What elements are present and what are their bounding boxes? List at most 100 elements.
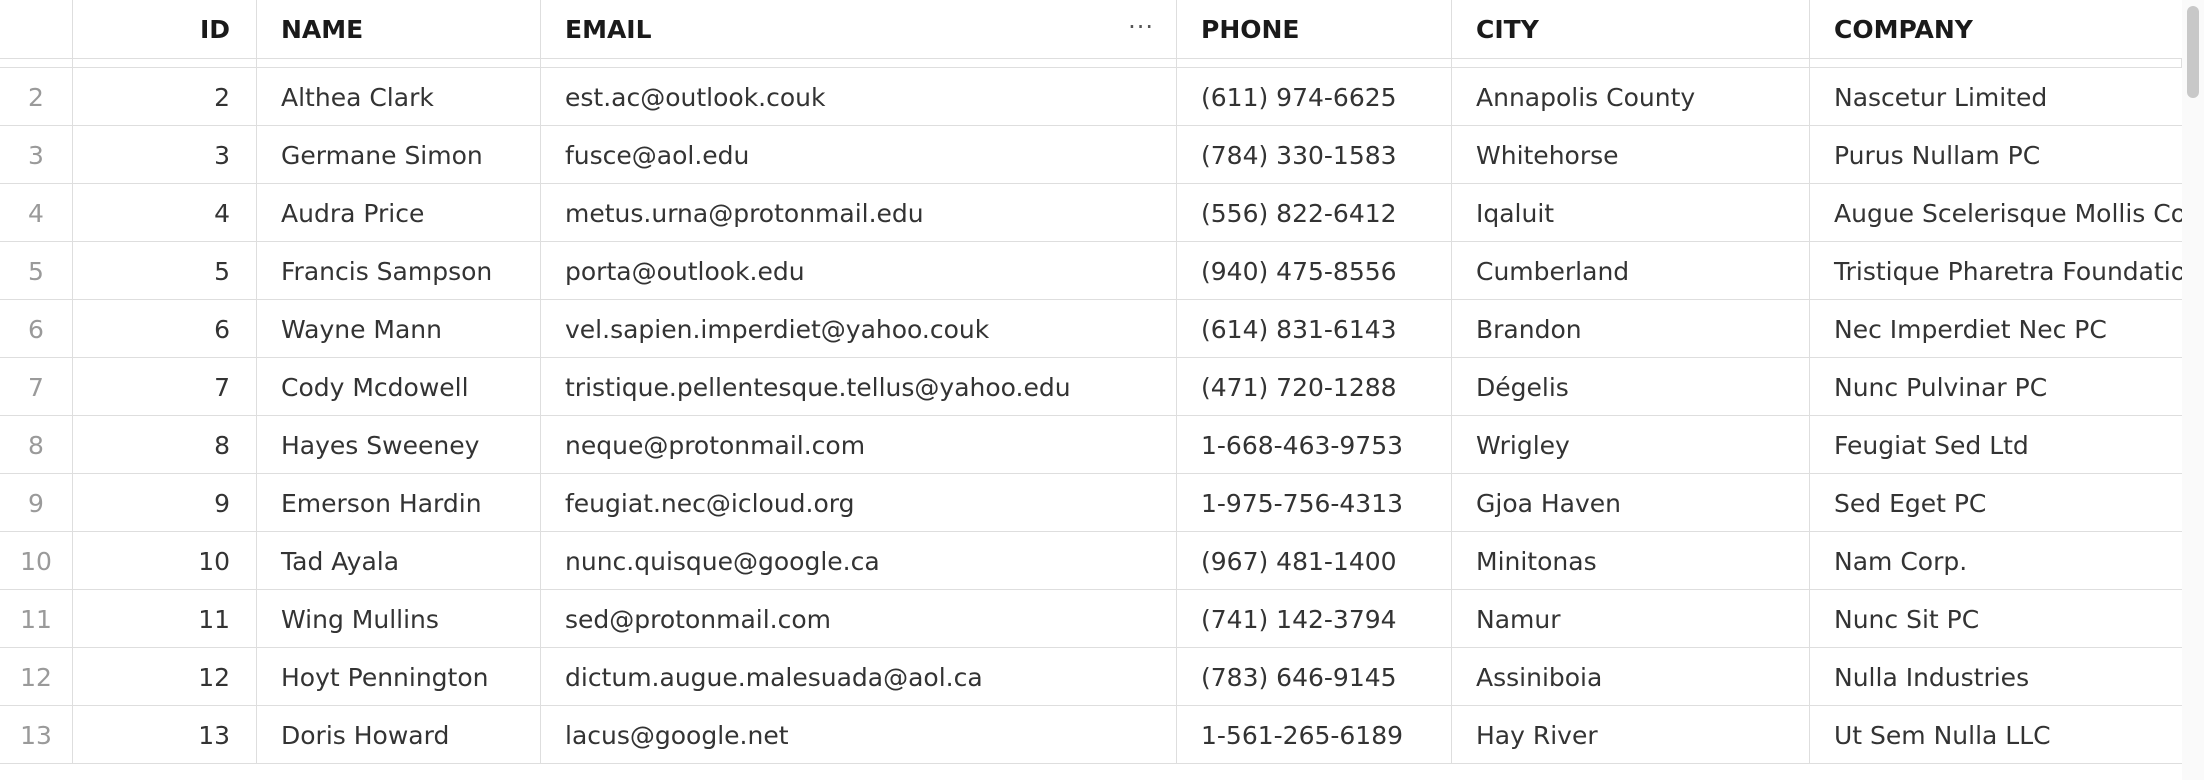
id-cell[interactable]: 5: [73, 242, 257, 300]
table-row[interactable]: 4 4 Audra Price metus.urna@protonmail.edu (5…: [0, 184, 2182, 242]
row-number-cell[interactable]: 3: [0, 126, 73, 184]
company-cell[interactable]: Feugiat Sed Ltd: [1810, 416, 2182, 474]
id-cell[interactable]: 13: [73, 706, 257, 764]
table-row[interactable]: 7 7 Cody Mcdowell tristique.pellentesque.te…: [0, 358, 2182, 416]
name-cell[interactable]: Wing Mullins: [257, 590, 541, 648]
company-cell[interactable]: Nam Corp.: [1810, 532, 2182, 590]
city-cell[interactable]: Namur: [1452, 590, 1810, 648]
city-cell[interactable]: Annapolis County: [1452, 68, 1810, 126]
phone-cell[interactable]: (940) 475-8556: [1177, 242, 1452, 300]
row-number-cell[interactable]: 6: [0, 300, 73, 358]
row-number-cell[interactable]: 8: [0, 416, 73, 474]
id-cell[interactable]: 10: [73, 532, 257, 590]
row-number-cell[interactable]: 12: [0, 648, 73, 706]
name-cell[interactable]: Francis Sampson: [257, 242, 541, 300]
name-cell[interactable]: Tad Ayala: [257, 532, 541, 590]
phone-cell[interactable]: (471) 720-1288: [1177, 358, 1452, 416]
column-header-email[interactable]: EMAIL ···: [541, 0, 1177, 58]
row-number-cell[interactable]: 13: [0, 706, 73, 764]
city-cell[interactable]: Assiniboia: [1452, 648, 1810, 706]
email-cell[interactable]: neque@protonmail.com: [541, 416, 1177, 474]
city-cell[interactable]: Cumberland: [1452, 242, 1810, 300]
column-header-id[interactable]: ID: [73, 0, 257, 58]
phone-cell[interactable]: 1-668-463-9753: [1177, 416, 1452, 474]
name-cell[interactable]: Wayne Mann: [257, 300, 541, 358]
row-number-cell[interactable]: 11: [0, 590, 73, 648]
city-cell[interactable]: Whitehorse: [1452, 126, 1810, 184]
column-header-name[interactable]: NAME: [257, 0, 541, 58]
table-row[interactable]: 8 8 Hayes Sweeney neque@protonmail.com 1-668…: [0, 416, 2182, 474]
name-cell[interactable]: Cody Mcdowell: [257, 358, 541, 416]
id-cell[interactable]: 12: [73, 648, 257, 706]
id-cell[interactable]: 6: [73, 300, 257, 358]
company-cell[interactable]: Augue Scelerisque Mollis Co: [1810, 184, 2182, 242]
id-cell[interactable]: 4: [73, 184, 257, 242]
email-cell[interactable]: nunc.quisque@google.ca: [541, 532, 1177, 590]
table-row[interactable]: 3 3 Germane Simon fusce@aol.edu (784) 330-15…: [0, 126, 2182, 184]
email-cell[interactable]: dictum.augue.malesuada@aol.ca: [541, 648, 1177, 706]
table-row[interactable]: 6 6 Wayne Mann vel.sapien.imperdiet@yahoo.c…: [0, 300, 2182, 358]
city-cell[interactable]: Iqaluit: [1452, 184, 1810, 242]
row-number-cell[interactable]: 5: [0, 242, 73, 300]
name-cell[interactable]: Althea Clark: [257, 68, 541, 126]
id-cell[interactable]: 8: [73, 416, 257, 474]
table-row[interactable]: 9 9 Emerson Hardin feugiat.nec@icloud.org 1-…: [0, 474, 2182, 532]
city-cell[interactable]: Dégelis: [1452, 358, 1810, 416]
row-number-cell[interactable]: 9: [0, 474, 73, 532]
column-header-rownum[interactable]: [0, 0, 73, 58]
company-cell[interactable]: Tristique Pharetra Foundatio: [1810, 242, 2182, 300]
company-cell[interactable]: Sed Eget PC: [1810, 474, 2182, 532]
company-cell[interactable]: Ut Sem Nulla LLC: [1810, 706, 2182, 764]
vertical-scrollbar[interactable]: [2182, 0, 2204, 780]
email-cell[interactable]: porta@outlook.edu: [541, 242, 1177, 300]
phone-cell[interactable]: (784) 330-1583: [1177, 126, 1452, 184]
email-cell[interactable]: tristique.pellentesque.tellus@yahoo.edu: [541, 358, 1177, 416]
table-row[interactable]: 12 12 Hoyt Pennington dictum.augue.malesuad…: [0, 648, 2182, 706]
company-cell[interactable]: Nunc Pulvinar PC: [1810, 358, 2182, 416]
phone-cell[interactable]: (611) 974-6625: [1177, 68, 1452, 126]
row-number-cell[interactable]: 10: [0, 532, 73, 590]
name-cell[interactable]: Doris Howard: [257, 706, 541, 764]
company-cell[interactable]: Purus Nullam PC: [1810, 126, 2182, 184]
company-cell[interactable]: Nec Imperdiet Nec PC: [1810, 300, 2182, 358]
phone-cell[interactable]: (967) 481-1400: [1177, 532, 1452, 590]
row-number-cell[interactable]: 4: [0, 184, 73, 242]
phone-cell[interactable]: 1-975-756-4313: [1177, 474, 1452, 532]
column-header-company[interactable]: COMPANY: [1810, 0, 2182, 58]
phone-cell[interactable]: (556) 822-6412: [1177, 184, 1452, 242]
email-cell[interactable]: vel.sapien.imperdiet@yahoo.couk: [541, 300, 1177, 358]
city-cell[interactable]: Brandon: [1452, 300, 1810, 358]
email-cell[interactable]: lacus@google.net: [541, 706, 1177, 764]
id-cell[interactable]: 2: [73, 68, 257, 126]
company-cell[interactable]: Nascetur Limited: [1810, 68, 2182, 126]
company-cell[interactable]: Nunc Sit PC: [1810, 590, 2182, 648]
name-cell[interactable]: Germane Simon: [257, 126, 541, 184]
city-cell[interactable]: Wrigley: [1452, 416, 1810, 474]
table-row[interactable]: 11 11 Wing Mullins sed@protonmail.com (741) …: [0, 590, 2182, 648]
scrollbar-thumb[interactable]: [2187, 6, 2199, 98]
table-row[interactable]: 10 10 Tad Ayala nunc.quisque@google.ca (967)…: [0, 532, 2182, 590]
name-cell[interactable]: Hoyt Pennington: [257, 648, 541, 706]
city-cell[interactable]: Minitonas: [1452, 532, 1810, 590]
email-cell[interactable]: fusce@aol.edu: [541, 126, 1177, 184]
phone-cell[interactable]: 1-561-265-6189: [1177, 706, 1452, 764]
email-cell[interactable]: metus.urna@protonmail.edu: [541, 184, 1177, 242]
phone-cell[interactable]: (741) 142-3794: [1177, 590, 1452, 648]
name-cell[interactable]: Emerson Hardin: [257, 474, 541, 532]
row-number-cell[interactable]: 7: [0, 358, 73, 416]
table-row[interactable]: 2 2 Althea Clark est.ac@outlook.couk (611) 9…: [0, 68, 2182, 126]
row-number-cell[interactable]: 2: [0, 68, 73, 126]
company-cell[interactable]: Nulla Industries: [1810, 648, 2182, 706]
id-cell[interactable]: 3: [73, 126, 257, 184]
column-header-city[interactable]: CITY: [1452, 0, 1810, 58]
column-header-phone[interactable]: PHONE: [1177, 0, 1452, 58]
email-cell[interactable]: feugiat.nec@icloud.org: [541, 474, 1177, 532]
phone-cell[interactable]: (614) 831-6143: [1177, 300, 1452, 358]
table-row[interactable]: 5 5 Francis Sampson porta@outlook.edu (940) …: [0, 242, 2182, 300]
email-cell[interactable]: est.ac@outlook.couk: [541, 68, 1177, 126]
more-horizontal-icon[interactable]: ···: [1128, 13, 1154, 41]
phone-cell[interactable]: (783) 646-9145: [1177, 648, 1452, 706]
email-cell[interactable]: sed@protonmail.com: [541, 590, 1177, 648]
id-cell[interactable]: 9: [73, 474, 257, 532]
city-cell[interactable]: Hay River: [1452, 706, 1810, 764]
